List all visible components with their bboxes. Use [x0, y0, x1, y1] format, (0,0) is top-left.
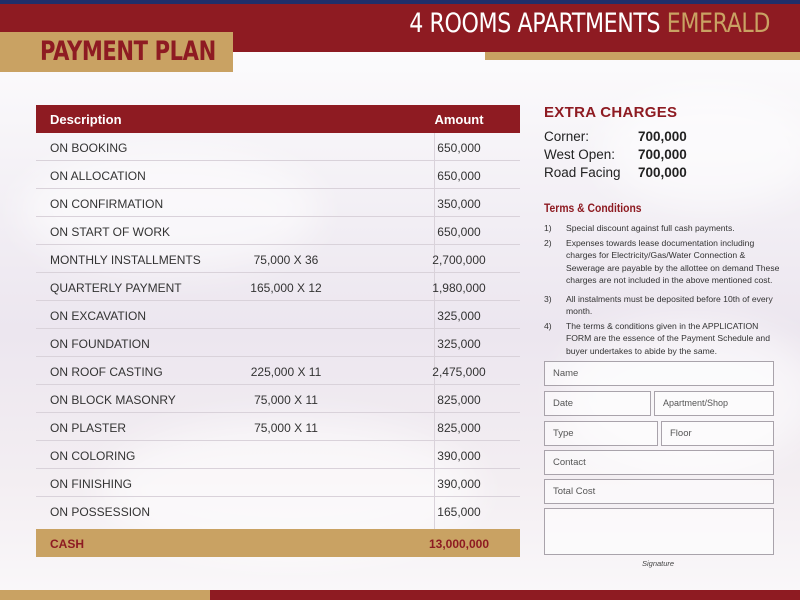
terms-list: 1) Special discount against full cash pay…: [544, 222, 780, 357]
row-calc: 225,000 X 11: [250, 365, 322, 379]
row-amount: 390,000: [437, 477, 481, 491]
table-row: ON BOOKING 650,000: [36, 133, 520, 161]
apartment-shop-field[interactable]: Apartment/Shop: [654, 391, 774, 416]
table-row: ON COLORING 390,000: [36, 441, 520, 469]
terms-title: Terms & Conditions: [544, 203, 642, 215]
row-calc: 75,000 X 36: [253, 253, 319, 267]
charge-value: 700,000: [638, 147, 687, 162]
row-amount: 2,475,000: [432, 365, 486, 379]
total-row: CASH 13,000,000: [36, 529, 520, 557]
total-amount: 13,000,000: [428, 537, 490, 551]
date-field[interactable]: Date: [544, 391, 651, 416]
title-main: 4 ROOMS APARTMENTS: [409, 8, 661, 39]
term-number: 4): [544, 320, 552, 331]
row-calc: 75,000 X 11: [254, 421, 318, 435]
row-description: MONTHLY INSTALLMENTS: [50, 253, 201, 267]
row-amount: 2,700,000: [432, 253, 486, 267]
row-description: ON BOOKING: [50, 141, 128, 155]
row-description: ON COLORING: [50, 449, 136, 463]
title-accent: EMERALD: [666, 8, 771, 39]
charge-value: 700,000: [638, 165, 687, 180]
plan-title: PAYMENT PLAN: [40, 36, 216, 67]
charge-label: Road Facing: [544, 165, 621, 180]
terms-conditions: Terms & Conditions 1) Special discount ag…: [544, 203, 780, 357]
table-row: ON EXCAVATION 325,000: [36, 301, 520, 329]
table-row: ON ALLOCATION 650,000: [36, 161, 520, 189]
row-description: ON FINISHING: [50, 477, 133, 491]
table-row: ON FINISHING 390,000: [36, 469, 520, 497]
row-amount: 650,000: [437, 225, 481, 239]
page-title: 4 ROOMS APARTMENTS EMERALD: [409, 8, 770, 39]
total-cost-field[interactable]: Total Cost: [544, 479, 774, 504]
term-number: 1): [544, 223, 552, 233]
row-description: ON BLOCK MASONRY: [50, 393, 176, 407]
table-row: ON START OF WORK 650,000: [36, 217, 520, 245]
floor-field[interactable]: Floor: [661, 421, 774, 446]
row-description: ON CONFIRMATION: [50, 197, 164, 211]
row-amount: 650,000: [437, 169, 481, 183]
signature-box[interactable]: [544, 508, 774, 555]
row-calc: 75,000 X 11: [254, 393, 318, 407]
footer-red-band: [210, 590, 800, 600]
header-band-left: [0, 4, 230, 32]
table-row: ON POSSESSION 165,000: [36, 497, 520, 525]
table-row: ON ROOF CASTING 225,000 X 11 2,475,000: [36, 357, 520, 385]
table-row: ON BLOCK MASONRY 75,000 X 11 825,000: [36, 385, 520, 413]
row-description: ON ROOF CASTING: [50, 365, 163, 379]
row-description: ON ALLOCATION: [50, 169, 146, 183]
row-amount: 1,980,000: [432, 281, 486, 295]
table-row: ON PLASTER 75,000 X 11 825,000: [36, 413, 520, 441]
row-amount: 825,000: [437, 393, 481, 407]
term-item: 3) All instalments must be deposited befo…: [544, 293, 780, 318]
charge-label: West Open:: [544, 147, 616, 162]
signature-label: Signature: [642, 559, 675, 568]
row-amount: 390,000: [437, 449, 481, 463]
term-item: 4) The terms & conditions given in the AP…: [544, 320, 780, 358]
row-amount: 165,000: [437, 505, 481, 519]
charge-value: 700,000: [638, 129, 687, 144]
term-text: Special discount against full cash payme…: [566, 223, 735, 233]
contact-field[interactable]: Contact: [544, 450, 774, 475]
extra-charges: EXTRA CHARGES Corner: 700,000 West Open: 7…: [544, 104, 784, 183]
charge-item: Corner: 700,000: [544, 129, 784, 147]
term-item: 1) Special discount against full cash pay…: [544, 222, 780, 235]
row-description: ON EXCAVATION: [50, 309, 147, 323]
table-row: QUARTERLY PAYMENT 165,000 X 12 1,980,000: [36, 273, 520, 301]
payment-table: Description Amount ON BOOKING 650,000 ON …: [36, 105, 520, 557]
row-amount: 325,000: [437, 309, 481, 323]
row-description: QUARTERLY PAYMENT: [50, 281, 182, 295]
row-amount: 650,000: [437, 141, 481, 155]
row-description: ON POSSESSION: [50, 505, 151, 519]
extra-charges-title: EXTRA CHARGES: [544, 104, 678, 121]
table-header: Description Amount: [36, 105, 520, 133]
total-label: CASH: [50, 537, 85, 551]
term-text: Expenses towards lease documentation inc…: [566, 237, 780, 286]
footer-gold-band: [0, 590, 210, 600]
table-row: MONTHLY INSTALLMENTS 75,000 X 36 2,700,000: [36, 245, 520, 273]
row-description: ON PLASTER: [50, 421, 127, 435]
row-calc: 165,000 X 12: [250, 281, 322, 295]
term-item: 2) Expenses towards lease documentation i…: [544, 237, 780, 287]
charge-item: West Open: 700,000: [544, 147, 784, 165]
row-amount: 350,000: [437, 197, 481, 211]
term-text: All instalments must be deposited before…: [566, 293, 773, 317]
term-number: 2): [544, 237, 552, 248]
header-amount: Amount: [434, 112, 484, 127]
header-gold-strip: [485, 52, 800, 60]
header-description: Description: [50, 112, 122, 127]
charge-label: Corner:: [544, 129, 590, 144]
table-row: ON FOUNDATION 325,000: [36, 329, 520, 357]
type-field[interactable]: Type: [544, 421, 658, 446]
term-text: The terms & conditions given in the APPL…: [566, 320, 770, 356]
row-description: ON START OF WORK: [50, 225, 171, 239]
row-amount: 325,000: [437, 337, 481, 351]
row-description: ON FOUNDATION: [50, 337, 150, 351]
name-field[interactable]: Name: [544, 361, 774, 386]
charge-item: Road Facing 700,000: [544, 165, 784, 183]
row-amount: 825,000: [437, 421, 481, 435]
extra-charges-list: Corner: 700,000 West Open: 700,000 Road Fa…: [544, 129, 784, 183]
term-number: 3): [544, 293, 552, 304]
table-row: ON CONFIRMATION 350,000: [36, 189, 520, 217]
